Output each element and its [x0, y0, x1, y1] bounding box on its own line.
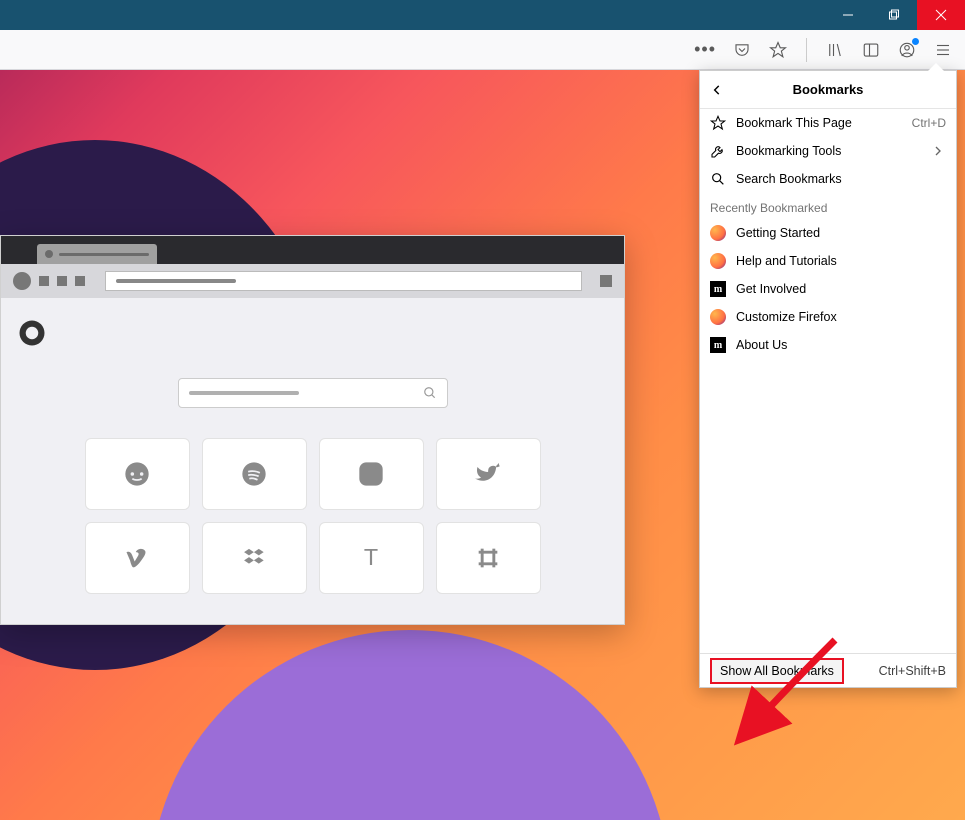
- bookmarks-panel: Bookmarks Bookmark This Page Ctrl+D Book…: [699, 70, 957, 688]
- recent-bookmark-item[interactable]: Customize Firefox: [700, 303, 956, 331]
- wrench-icon: [710, 143, 726, 159]
- annotation-arrow: [725, 625, 855, 755]
- bookmarking-tools[interactable]: Bookmarking Tools: [700, 137, 956, 165]
- recent-bookmark-item[interactable]: m Get Involved: [700, 275, 956, 303]
- mock-tile-twitter: [436, 438, 541, 510]
- mock-tile-v: [85, 522, 190, 594]
- menu-item-label: Bookmark This Page: [736, 116, 902, 130]
- maximize-button[interactable]: [871, 0, 917, 30]
- firefox-favicon-icon: [710, 253, 726, 269]
- bookmark-this-page[interactable]: Bookmark This Page Ctrl+D: [700, 109, 956, 137]
- notification-dot-icon: [912, 38, 919, 45]
- recent-bookmark-item[interactable]: Help and Tutorials: [700, 247, 956, 275]
- mozilla-favicon-icon: m: [710, 337, 726, 353]
- back-button[interactable]: [700, 71, 734, 108]
- mock-tile-reddit: [85, 438, 190, 510]
- menu-item-shortcut: Ctrl+D: [912, 116, 946, 130]
- mock-tile-dropbox: [202, 522, 307, 594]
- menu-item-label: Search Bookmarks: [736, 172, 946, 186]
- search-icon: [710, 171, 726, 187]
- firefox-logo-icon: [17, 318, 47, 348]
- library-icon[interactable]: [821, 36, 849, 64]
- mock-search-bar: [178, 378, 448, 408]
- background-shape: [150, 630, 670, 820]
- firefox-favicon-icon: [710, 309, 726, 325]
- bookmark-label: Customize Firefox: [736, 310, 946, 324]
- firefox-favicon-icon: [710, 225, 726, 241]
- mock-tile-nyt: T: [319, 522, 424, 594]
- toolbar-separator: [806, 38, 807, 62]
- account-icon[interactable]: [893, 36, 921, 64]
- chevron-right-icon: [930, 143, 946, 159]
- svg-text:T: T: [364, 544, 378, 570]
- mock-tile-spotify: [202, 438, 307, 510]
- search-icon: [423, 386, 437, 400]
- mock-address-bar: [1, 264, 624, 298]
- mock-browser-window: T: [0, 235, 625, 625]
- browser-toolbar: •••: [0, 30, 965, 70]
- recent-bookmark-item[interactable]: Getting Started: [700, 219, 956, 247]
- pocket-icon[interactable]: [728, 36, 756, 64]
- mozilla-favicon-icon: m: [710, 281, 726, 297]
- hamburger-menu-icon[interactable]: [929, 36, 957, 64]
- minimize-button[interactable]: [825, 0, 871, 30]
- window-titlebar: [0, 0, 965, 30]
- mock-tile-instagram: [319, 438, 424, 510]
- section-label: Recently Bookmarked: [700, 193, 956, 219]
- bookmark-label: Getting Started: [736, 226, 946, 240]
- mock-tab: [37, 244, 157, 264]
- page-actions-icon[interactable]: •••: [690, 39, 720, 60]
- bookmark-star-icon[interactable]: [764, 36, 792, 64]
- bookmark-label: Get Involved: [736, 282, 946, 296]
- star-outline-icon: [710, 115, 726, 131]
- sidebar-icon[interactable]: [857, 36, 885, 64]
- panel-title: Bookmarks: [700, 82, 956, 97]
- close-button[interactable]: [917, 0, 965, 30]
- panel-header: Bookmarks: [700, 71, 956, 109]
- footer-shortcut: Ctrl+Shift+B: [879, 664, 946, 678]
- bookmark-label: Help and Tutorials: [736, 254, 946, 268]
- search-bookmarks[interactable]: Search Bookmarks: [700, 165, 956, 193]
- recent-bookmark-item[interactable]: m About Us: [700, 331, 956, 359]
- bookmark-label: About Us: [736, 338, 946, 352]
- mock-tile-slack: [436, 522, 541, 594]
- menu-item-label: Bookmarking Tools: [736, 144, 920, 158]
- panel-spacer: [700, 359, 956, 653]
